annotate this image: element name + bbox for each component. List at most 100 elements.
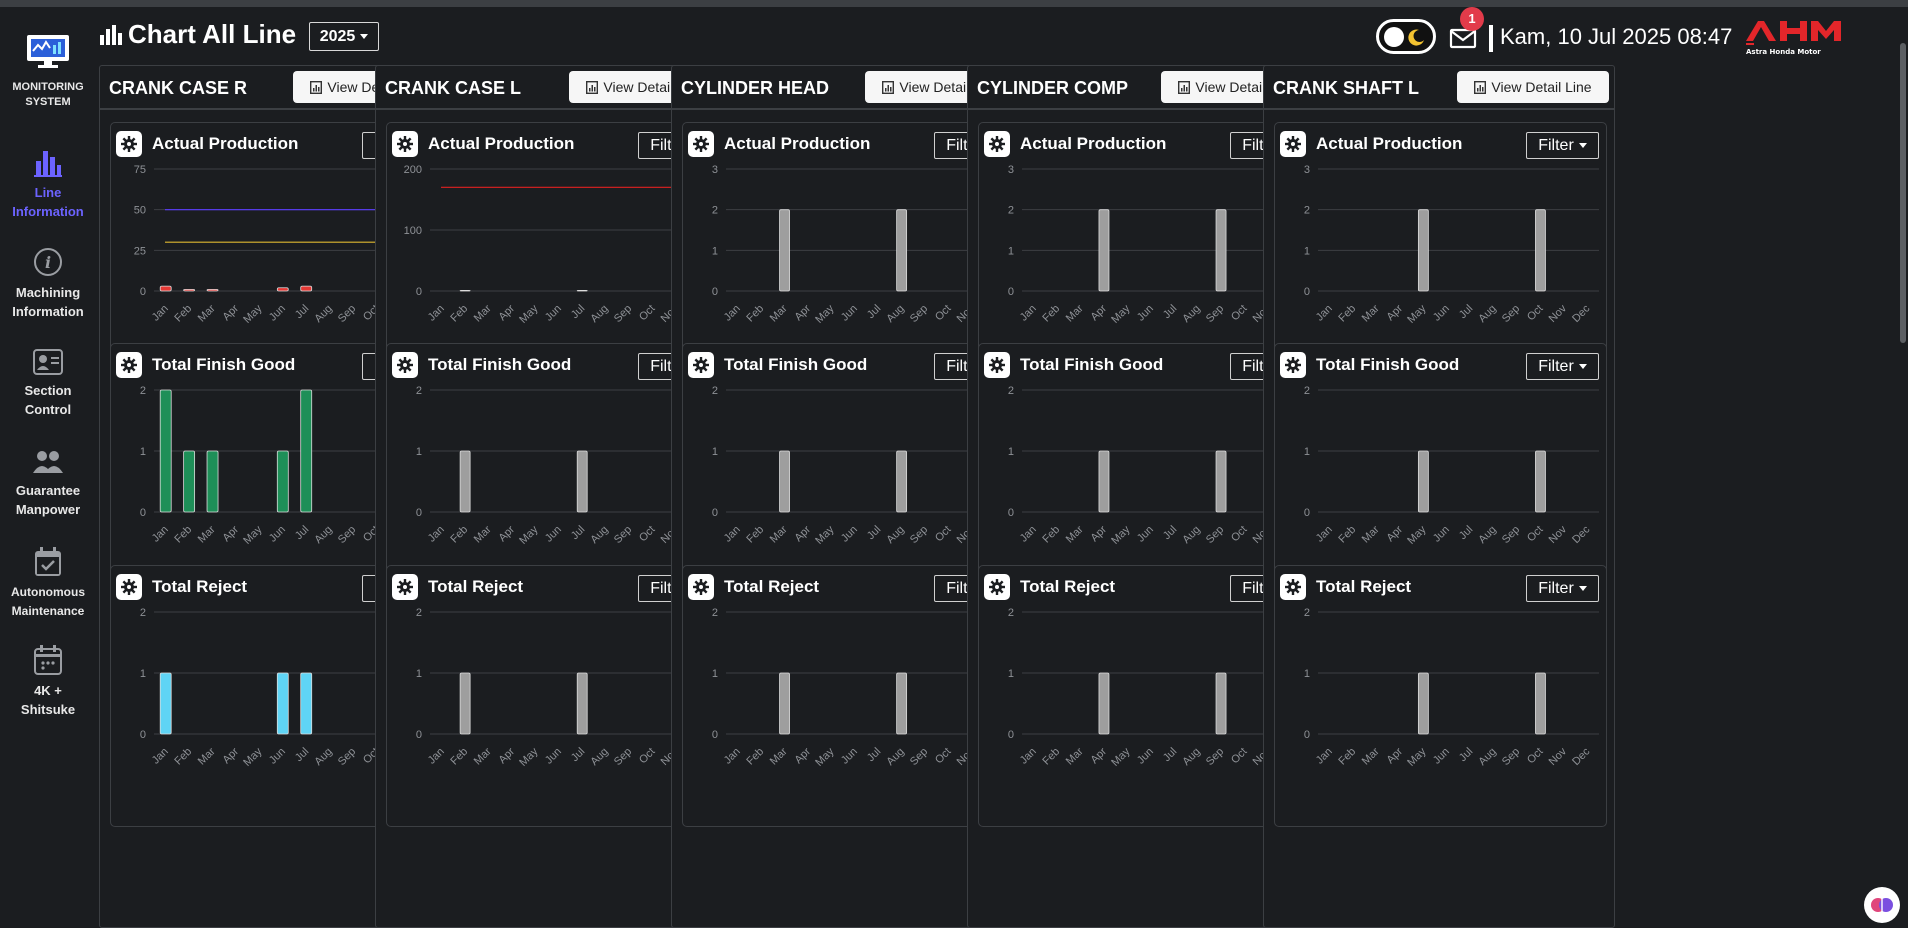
bar[interactable] — [1417, 672, 1429, 735]
app-logo[interactable]: MONITORING SYSTEM — [0, 33, 96, 110]
filter-dropdown[interactable]: Filter — [1526, 575, 1599, 602]
gear-icon — [397, 357, 413, 373]
x-tick-label: Apr — [792, 523, 813, 544]
bar[interactable] — [183, 450, 196, 513]
bar[interactable] — [276, 672, 289, 735]
settings-button[interactable] — [984, 574, 1010, 600]
view-detail-line-button[interactable]: View Detail Line — [1457, 71, 1609, 103]
chart-body: 0 1 2 3 JanFebMarAprMayJun JulAugSepOctNovDec — [1304, 164, 1599, 326]
bar[interactable] — [459, 672, 471, 735]
sidebar-item-machining-information[interactable]: i Machining Information — [0, 247, 96, 321]
x-tick-label: Feb — [172, 746, 194, 768]
y-tick-label: 1 — [416, 446, 422, 458]
theme-toggle[interactable] — [1376, 19, 1436, 54]
settings-button[interactable] — [1280, 131, 1306, 157]
monitor-icon — [27, 35, 69, 68]
gear-icon — [1285, 579, 1301, 595]
bar[interactable] — [896, 672, 908, 735]
bar[interactable] — [1215, 450, 1227, 513]
x-tick-label: Aug — [312, 524, 334, 546]
bar[interactable] — [276, 287, 289, 292]
chart-body: 012JanFebMarAprMayJunJulAugSepOctNovDec — [1008, 385, 1303, 547]
settings-button[interactable] — [116, 131, 142, 157]
bar[interactable] — [779, 450, 790, 513]
bar[interactable] — [1215, 672, 1227, 735]
y-tick-label: 1 — [712, 668, 718, 680]
bar[interactable] — [1417, 209, 1429, 292]
settings-button[interactable] — [392, 131, 418, 157]
assistant-button[interactable] — [1864, 887, 1900, 923]
bar[interactable] — [1535, 672, 1546, 735]
bar[interactable] — [183, 288, 196, 292]
bar[interactable] — [896, 450, 908, 513]
x-tick-label: Dec — [1570, 302, 1593, 325]
bar[interactable] — [1098, 672, 1110, 735]
settings-button[interactable] — [116, 352, 142, 378]
settings-button[interactable] — [688, 131, 714, 157]
gear-icon — [121, 357, 137, 373]
ahm-logo: Astra Honda Motor — [1746, 21, 1841, 56]
bar[interactable] — [896, 209, 908, 292]
x-tick-label: Feb — [448, 746, 470, 768]
settings-button[interactable] — [1280, 352, 1306, 378]
bar[interactable] — [1535, 450, 1546, 513]
x-tick-label: Jan — [1018, 303, 1039, 324]
bar[interactable] — [779, 209, 790, 292]
settings-button[interactable] — [688, 574, 714, 600]
y-tick-label: 1 — [1304, 446, 1310, 458]
bar[interactable] — [300, 389, 313, 513]
filter-dropdown[interactable]: Filter — [1526, 353, 1599, 380]
svg-text:i: i — [45, 253, 51, 272]
panel-title: CRANK SHAFT L — [1273, 78, 1419, 98]
settings-button[interactable] — [984, 131, 1010, 157]
sidebar-item-guarantee-manpower[interactable]: Guarantee Manpower — [0, 449, 96, 519]
x-tick-label: Jul — [569, 746, 587, 764]
panel-title: CYLINDER COMP — [977, 78, 1129, 98]
bar[interactable] — [779, 672, 790, 735]
settings-button[interactable] — [984, 352, 1010, 378]
x-tick-label: Aug — [1476, 303, 1498, 325]
filter-dropdown[interactable]: Filter — [1526, 132, 1599, 159]
sidebar-item-autonomous-maintenance[interactable]: Autonomous Maintenance — [0, 547, 96, 621]
bar[interactable] — [459, 289, 471, 292]
settings-button[interactable] — [392, 352, 418, 378]
bar[interactable] — [159, 672, 172, 735]
scrollbar-thumb[interactable] — [1900, 43, 1906, 343]
x-tick-label: Feb — [1040, 524, 1062, 546]
bar[interactable] — [276, 450, 289, 513]
settings-button[interactable] — [1280, 574, 1306, 600]
sidebar-item-4k-shitsuke[interactable]: 4K + Shitsuke — [0, 645, 96, 719]
x-tick-label: Apr — [1384, 745, 1405, 766]
page-scrollbar[interactable] — [1898, 7, 1908, 928]
x-tick-label: May — [1109, 745, 1133, 769]
bar[interactable] — [1098, 450, 1110, 513]
bar[interactable] — [576, 450, 588, 513]
settings-button[interactable] — [688, 352, 714, 378]
bar[interactable] — [300, 285, 313, 292]
bar[interactable] — [159, 285, 172, 292]
bar[interactable] — [576, 289, 588, 292]
sidebar-item-section-control[interactable]: Section Control — [0, 349, 96, 419]
bar[interactable] — [459, 450, 471, 513]
x-tick-label: Jul — [1161, 303, 1179, 321]
bar[interactable] — [206, 450, 219, 513]
x-tick-label: Feb — [172, 524, 194, 546]
bar[interactable] — [1535, 209, 1546, 292]
bar[interactable] — [300, 672, 313, 735]
bar[interactable] — [206, 288, 219, 292]
x-tick-label: Aug — [312, 746, 334, 768]
settings-button[interactable] — [116, 574, 142, 600]
sidebar-item-line-information[interactable]: Line Information — [0, 147, 96, 221]
calendar-icon — [34, 645, 62, 675]
bar[interactable] — [1098, 209, 1110, 292]
bar[interactable] — [1215, 209, 1227, 292]
x-tick-label: Oct — [1229, 746, 1250, 767]
bar[interactable] — [576, 672, 588, 735]
settings-button[interactable] — [392, 574, 418, 600]
year-select[interactable]: 2025 — [309, 22, 379, 51]
x-tick-label: Jul — [569, 524, 587, 542]
x-tick-label: Jul — [865, 303, 883, 321]
bar[interactable] — [159, 389, 172, 513]
bar[interactable] — [1417, 450, 1429, 513]
gear-icon — [121, 579, 137, 595]
